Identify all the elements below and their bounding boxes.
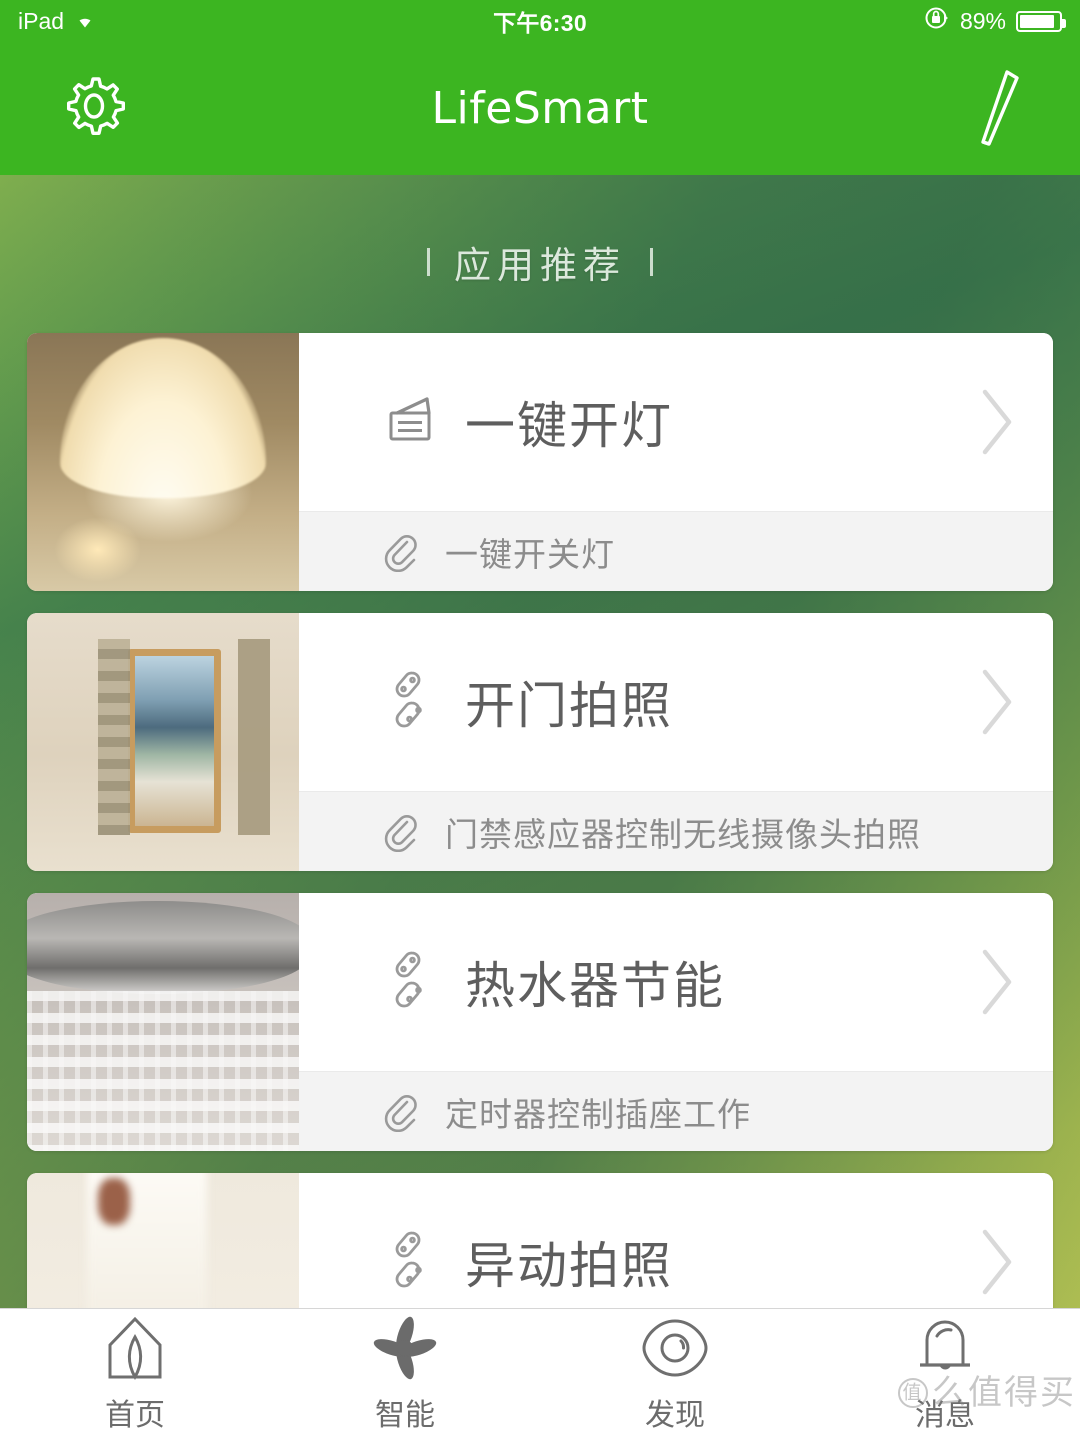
edit-button[interactable] (967, 68, 1025, 150)
battery-percent-label: 89% (959, 7, 1006, 34)
recommendation-card[interactable]: 异动拍照 (27, 1173, 1053, 1308)
card-body: 一键开灯 一键开关灯 (299, 333, 1053, 591)
divider-tick-right (650, 248, 653, 276)
status-bar-time: 下午6:30 (493, 10, 587, 36)
bell-icon (915, 1316, 975, 1380)
paperclip-icon (383, 532, 417, 572)
chain-link-icon (383, 669, 439, 735)
tab-item-4[interactable]: 消息 (810, 1316, 1080, 1434)
card-thumbnail (27, 613, 299, 871)
chevron-right-icon[interactable] (975, 1224, 1019, 1300)
tab-label: 发现 (645, 1397, 705, 1433)
section-header: 应用推荐 (0, 235, 1080, 289)
switch-panel-icon (383, 397, 439, 447)
home-icon (104, 1316, 166, 1380)
tab-label: 首页 (105, 1397, 165, 1433)
status-bar-right: 89% (924, 5, 1066, 37)
chevron-right-icon[interactable] (975, 944, 1019, 1020)
card-thumbnail (27, 893, 299, 1151)
chain-link-icon (383, 1229, 439, 1295)
card-main-row[interactable]: 开门拍照 (299, 613, 1053, 791)
app-root: iPad 下午6:30 89% LifeSmart 应用推荐 一键开灯 一键开关… (0, 0, 1080, 1440)
settings-button[interactable] (55, 71, 131, 147)
chain-link-icon (383, 949, 439, 1015)
card-subtitle-row: 一键开关灯 (299, 511, 1053, 591)
card-subtitle: 定时器控制插座工作 (445, 1094, 751, 1134)
card-title: 热水器节能 (465, 957, 725, 1015)
main-content: 应用推荐 一键开灯 一键开关灯 开门拍照 门禁感应器控制无线摄像头拍照 热水器节… (0, 175, 1080, 1308)
paperclip-icon (383, 812, 417, 852)
card-body: 开门拍照 门禁感应器控制无线摄像头拍照 (299, 613, 1053, 871)
card-title: 异动拍照 (465, 1237, 673, 1295)
eye-icon (640, 1316, 710, 1380)
tab-bar: 首页 智能 发现 消息 (0, 1308, 1080, 1440)
card-body: 热水器节能 定时器控制插座工作 (299, 893, 1053, 1151)
navigation-bar: LifeSmart (0, 42, 1080, 175)
status-bar: iPad 下午6:30 89% (0, 0, 1080, 42)
section-header-label: 应用推荐 (454, 245, 626, 286)
card-body: 异动拍照 (299, 1173, 1053, 1308)
card-main-row[interactable]: 热水器节能 (299, 893, 1053, 1071)
gear-icon (55, 76, 131, 151)
card-title: 一键开灯 (465, 397, 673, 455)
card-main-row[interactable]: 一键开灯 (299, 333, 1053, 511)
recommendation-card-list: 一键开灯 一键开关灯 开门拍照 门禁感应器控制无线摄像头拍照 热水器节能 定时器… (0, 333, 1080, 1308)
flower-star-icon (372, 1316, 438, 1380)
rotation-lock-icon (924, 5, 950, 37)
card-thumbnail (27, 333, 299, 591)
chevron-right-icon[interactable] (975, 384, 1019, 460)
card-subtitle: 一键开关灯 (445, 534, 615, 574)
card-main-row[interactable]: 异动拍照 (299, 1173, 1053, 1308)
page-title: LifeSmart (431, 83, 649, 134)
tab-item-2[interactable]: 智能 (270, 1316, 540, 1434)
recommendation-card[interactable]: 开门拍照 门禁感应器控制无线摄像头拍照 (27, 613, 1053, 871)
tab-item-3[interactable]: 发现 (540, 1316, 810, 1434)
tab-label: 智能 (375, 1397, 435, 1433)
chevron-right-icon[interactable] (975, 664, 1019, 740)
card-subtitle-row: 门禁感应器控制无线摄像头拍照 (299, 791, 1053, 871)
card-thumbnail (27, 1173, 299, 1308)
recommendation-card[interactable]: 一键开灯 一键开关灯 (27, 333, 1053, 591)
battery-icon (1016, 10, 1066, 32)
card-subtitle: 门禁感应器控制无线摄像头拍照 (445, 814, 921, 854)
divider-tick-left (427, 248, 430, 276)
tab-item-1[interactable]: 首页 (0, 1316, 270, 1434)
card-subtitle-row: 定时器控制插座工作 (299, 1071, 1053, 1151)
paperclip-icon (383, 1092, 417, 1132)
recommendation-card[interactable]: 热水器节能 定时器控制插座工作 (27, 893, 1053, 1151)
tab-label: 消息 (915, 1397, 975, 1433)
card-title: 开门拍照 (465, 677, 673, 735)
pencil-icon (967, 69, 1025, 154)
